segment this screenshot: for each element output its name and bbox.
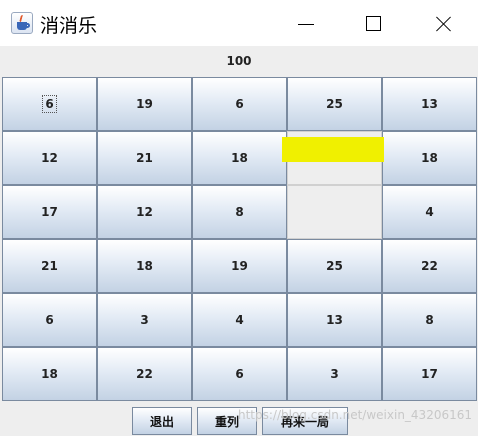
tile-button[interactable]: 21 <box>97 131 192 185</box>
tile-button[interactable]: 8 <box>192 185 287 239</box>
tile-button[interactable]: 13 <box>287 293 382 347</box>
tile-value: 3 <box>140 313 149 327</box>
minimize-icon[interactable] <box>277 0 333 46</box>
tile-button[interactable]: 4 <box>382 185 477 239</box>
tile-button[interactable]: 6 <box>2 77 97 131</box>
tile-button[interactable]: 6 <box>2 293 97 347</box>
tile-value: 13 <box>326 313 343 327</box>
tile-button[interactable]: 13 <box>382 77 477 131</box>
tile-button[interactable]: 17 <box>2 185 97 239</box>
tile-value: 4 <box>235 313 244 327</box>
tile-button[interactable]: 12 <box>2 131 97 185</box>
tile-value: 18 <box>136 259 153 273</box>
tile-value: 19 <box>231 259 248 273</box>
tile-button[interactable]: 6 <box>192 347 287 401</box>
tile-value: 4 <box>425 205 434 219</box>
tile-value: 18 <box>41 367 58 381</box>
tile-value: 17 <box>421 367 438 381</box>
tile-value: 22 <box>421 259 438 273</box>
maximize-icon[interactable] <box>346 0 402 46</box>
tile-value: 6 <box>235 97 244 111</box>
selection-highlight <box>282 137 384 162</box>
tile-value: 6 <box>45 313 54 327</box>
game-panel: 100 6 19 6 25 13 12 21 18 18 17 12 8 4 21 18 19 25 22 6 3 4 1… <box>0 46 478 436</box>
tile-button[interactable]: 25 <box>287 77 382 131</box>
close-icon[interactable] <box>416 0 472 46</box>
tile-button[interactable]: 6 <box>192 77 287 131</box>
tile-button[interactable]: 4 <box>192 293 287 347</box>
tile-value: 13 <box>421 97 438 111</box>
tile-button[interactable]: 18 <box>97 239 192 293</box>
tile-button[interactable]: 3 <box>97 293 192 347</box>
tile-button[interactable]: 12 <box>97 185 192 239</box>
score-label: 100 <box>226 54 252 68</box>
tile-value: 6 <box>235 367 244 381</box>
tile-value: 17 <box>41 205 58 219</box>
tile-value: 3 <box>330 367 339 381</box>
title-bar: 消消乐 <box>0 0 480 46</box>
tile-value: 6 <box>42 95 57 113</box>
tile-button[interactable]: 19 <box>97 77 192 131</box>
tile-button[interactable]: 3 <box>287 347 382 401</box>
tile-button[interactable]: 17 <box>382 347 477 401</box>
tile-button[interactable]: 19 <box>192 239 287 293</box>
empty-cell <box>287 185 382 239</box>
tile-value: 8 <box>235 205 244 219</box>
tile-button[interactable]: 25 <box>287 239 382 293</box>
exit-button[interactable]: 退出 <box>132 407 192 435</box>
tile-value: 12 <box>41 151 58 165</box>
tile-button[interactable]: 18 <box>382 131 477 185</box>
tile-value: 8 <box>425 313 434 327</box>
tile-value: 25 <box>326 259 343 273</box>
java-cup-icon <box>11 12 33 34</box>
tile-button[interactable]: 18 <box>192 131 287 185</box>
tile-button[interactable]: 21 <box>2 239 97 293</box>
tile-value: 25 <box>326 97 343 111</box>
tile-button[interactable]: 18 <box>2 347 97 401</box>
window-title: 消消乐 <box>40 15 98 37</box>
tile-value: 21 <box>41 259 58 273</box>
tile-value: 19 <box>136 97 153 111</box>
tile-value: 22 <box>136 367 153 381</box>
tile-value: 18 <box>231 151 248 165</box>
tile-button[interactable]: 22 <box>382 239 477 293</box>
tile-value: 12 <box>136 205 153 219</box>
tile-value: 18 <box>421 151 438 165</box>
watermark: https://blog.csdn.net/weixin_43206161 <box>237 408 472 422</box>
tile-value: 21 <box>136 151 153 165</box>
tile-button[interactable]: 8 <box>382 293 477 347</box>
tile-button[interactable]: 22 <box>97 347 192 401</box>
